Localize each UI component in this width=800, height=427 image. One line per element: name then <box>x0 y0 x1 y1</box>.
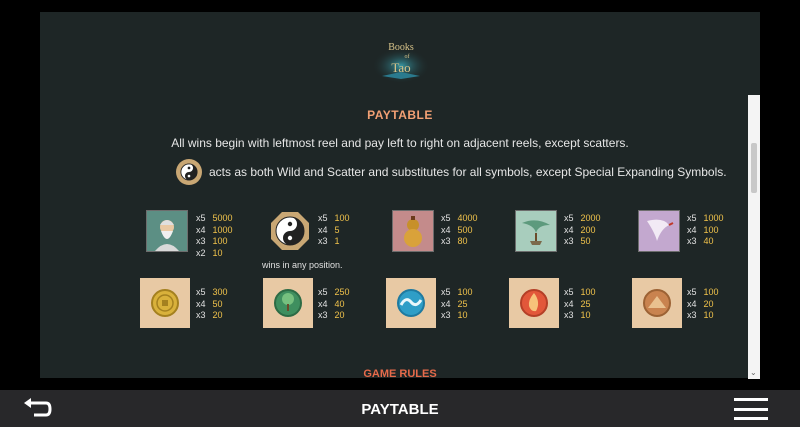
wild-description: acts as both Wild and Scatter and substi… <box>176 159 727 185</box>
logo-line-2: of <box>405 53 410 60</box>
bottom-title: PAYTABLE <box>361 401 439 418</box>
gourd-pays: x5 4000 x4 500 x3 80 <box>441 213 478 246</box>
scrollbar[interactable]: ⌄ <box>748 95 760 379</box>
bonsai-icon <box>515 210 557 252</box>
books-of-tao-logo: Books of Tao <box>372 34 430 82</box>
fire-pays: x5 100 x4 25 x3 10 <box>564 287 596 320</box>
logo-line-1: Books <box>388 42 414 53</box>
water-pays: x5 100 x4 25 x3 10 <box>441 287 473 320</box>
wild-description-text: acts as both Wild and Scatter and substi… <box>209 165 727 179</box>
paytable-heading: PAYTABLE <box>367 108 433 122</box>
gold-coin-icon <box>140 278 190 328</box>
sage-pays: x5 5000 x4 1000 x3 100 x2 10 <box>196 213 233 258</box>
game-rules-heading: GAME RULES <box>363 368 437 378</box>
paytable-panel: Books of Tao PAYTABLE All wins begin wit… <box>40 12 760 378</box>
earth-pays: x5 100 x4 20 x3 10 <box>687 287 719 320</box>
yin-yang-pays: x5 100 x4 5 x3 1 <box>318 213 350 246</box>
sage-icon <box>146 210 188 252</box>
gourd-icon <box>392 210 434 252</box>
scroll-down-arrow-icon[interactable]: ⌄ <box>750 368 757 377</box>
yin-yang-icon <box>176 159 202 185</box>
gold-coin-pays: x5 300 x4 50 x3 20 <box>196 287 228 320</box>
crane-pays: x5 1000 x4 100 x3 40 <box>687 213 724 246</box>
bottom-bar: PAYTABLE <box>0 390 800 427</box>
fire-icon <box>509 278 559 328</box>
earth-icon <box>632 278 682 328</box>
scrollbar-thumb[interactable] <box>751 143 757 193</box>
tree-icon <box>263 278 313 328</box>
intro-text: All wins begin with leftmost reel and pa… <box>171 136 629 150</box>
water-icon <box>386 278 436 328</box>
bonsai-pays: x5 2000 x4 200 x3 50 <box>564 213 601 246</box>
tree-pays: x5 250 x4 40 x3 20 <box>318 287 350 320</box>
yin-yang-icon <box>269 210 311 252</box>
scatter-note: wins in any position. <box>262 260 343 270</box>
hamburger-menu-icon[interactable] <box>734 398 768 420</box>
crane-icon <box>638 210 680 252</box>
